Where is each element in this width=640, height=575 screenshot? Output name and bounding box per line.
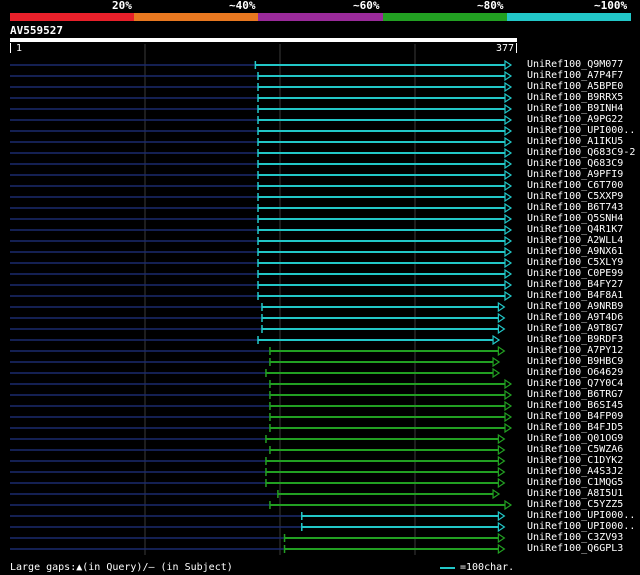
hit-arrow-head [504,70,513,82]
hit-label[interactable]: UniRef100_Q01OG9 [527,433,623,444]
hit-label[interactable]: UniRef100_B9INH4 [527,103,623,114]
hit-label[interactable]: UniRef100_Q6GPL3 [527,543,623,554]
hit-arrow-head [504,213,513,225]
hit-arrow-head [497,510,506,522]
hit-label[interactable]: UniRef100_C5XXP9 [527,191,623,202]
hit-label[interactable]: UniRef100_Q683C9 [527,158,623,169]
hit-label[interactable]: UniRef100_A7PY12 [527,345,623,356]
hit-label[interactable]: UniRef100_UPI000.. [527,510,635,521]
hit-label[interactable]: UniRef100_B6TRG7 [527,389,623,400]
hit-arrow-head [504,224,513,236]
hit-label[interactable]: UniRef100_B9HBC9 [527,356,623,367]
hit-label[interactable]: UniRef100_B9RDF3 [527,334,623,345]
hit-label[interactable]: UniRef100_C5WZA6 [527,444,623,455]
hit-arrow-head [504,499,513,511]
hit-label[interactable]: UniRef100_A2WLL4 [527,235,623,246]
hit-arrow-head [492,334,501,346]
hit-label[interactable]: UniRef100_C1DYK2 [527,455,623,466]
hit-label[interactable]: UniRef100_A8I5U1 [527,488,623,499]
hit-arrow-head [504,202,513,214]
hit-label[interactable]: UniRef100_A5BPE0 [527,81,623,92]
hit-label[interactable]: UniRef100_A9PFI9 [527,169,623,180]
hit-label[interactable]: UniRef100_A9T4D6 [527,312,623,323]
hit-arrow-head [504,136,513,148]
hit-label[interactable]: UniRef100_B4FY27 [527,279,623,290]
hit-label[interactable]: UniRef100_A9T8G7 [527,323,623,334]
hit-arrow-head [504,81,513,93]
hit-label[interactable]: UniRef100_B6SI45 [527,400,623,411]
hit-label[interactable]: UniRef100_C5YZZ5 [527,499,623,510]
hit-arrow-head [497,323,506,335]
hit-label[interactable]: UniRef100_A9NX61 [527,246,623,257]
hit-arrow-head [504,378,513,390]
hit-arrow-head [504,235,513,247]
hit-arrow-head [504,92,513,104]
hit-arrow-head [492,367,501,379]
hit-arrow-head [504,246,513,258]
scale-legend-text: =100char. [460,562,515,573]
hit-arrow-head [497,444,506,456]
hit-label[interactable]: UniRef100_C3ZV93 [527,532,623,543]
hit-label[interactable]: UniRef100_A9PG22 [527,114,623,125]
hit-arrow-head [504,191,513,203]
hit-arrow-head [492,356,501,368]
hit-arrow-head [497,455,506,467]
hit-arrow-head [504,169,513,181]
hit-arrow-head [504,59,513,71]
hit-label[interactable]: UniRef100_A7P4F7 [527,70,623,81]
hit-label[interactable]: UniRef100_B6T743 [527,202,623,213]
hit-arrow-head [504,147,513,159]
hit-label[interactable]: UniRef100_Q683C9-2 [527,147,635,158]
hit-label[interactable]: UniRef100_A1IKU5 [527,136,623,147]
hit-arrow-head [497,345,506,357]
hit-arrow-head [504,158,513,170]
hit-arrow-head [492,488,501,500]
hit-arrow-head [504,400,513,412]
hit-arrow-head [504,125,513,137]
hit-arrow-head [497,532,506,544]
hit-label[interactable]: UniRef100_C6T700 [527,180,623,191]
hit-label[interactable]: UniRef100_C1MQG5 [527,477,623,488]
gap-legend: Large gaps:▲(in Query)/– (in Subject) [10,562,233,573]
hit-arrow-head [504,103,513,115]
hit-label[interactable]: UniRef100_UPI000.. [527,125,635,136]
hit-arrow-head [497,521,506,533]
hit-arrow-head [504,290,513,302]
hit-arrow-head [504,257,513,269]
hit-label[interactable]: UniRef100_UPI000.. [527,521,635,532]
hit-label[interactable]: UniRef100_C5XLY9 [527,257,623,268]
hit-arrow-head [497,312,506,324]
hit-label[interactable]: UniRef100_Q4R1K7 [527,224,623,235]
hit-label[interactable]: UniRef100_Q7Y0C4 [527,378,623,389]
hit-label[interactable]: UniRef100_B9RRX5 [527,92,623,103]
hit-arrow-head [504,180,513,192]
hit-arrow-head [504,422,513,434]
hit-arrow-head [504,268,513,280]
hit-arrow-head [504,279,513,291]
hit-arrow-head [504,411,513,423]
hit-label[interactable]: UniRef100_B4FJD5 [527,422,623,433]
hit-arrow-head [497,477,506,489]
hit-label[interactable]: UniRef100_B4FP09 [527,411,623,422]
hit-arrow-head [497,466,506,478]
hit-label[interactable]: UniRef100_A9NRB9 [527,301,623,312]
hit-label[interactable]: UniRef100_O64629 [527,367,623,378]
hit-label[interactable]: UniRef100_Q5SNH4 [527,213,623,224]
hit-arrow-head [497,301,506,313]
hit-label[interactable]: UniRef100_B4F8A1 [527,290,623,301]
hit-label[interactable]: UniRef100_C0PE99 [527,268,623,279]
hit-arrow-head [497,543,506,555]
scale-legend-line [440,567,455,569]
hit-label[interactable]: UniRef100_A4S3J2 [527,466,623,477]
hit-arrow-head [504,114,513,126]
hit-arrow-head [504,389,513,401]
hit-label[interactable]: UniRef100_Q9M077 [527,59,623,70]
hit-arrow-head [497,433,506,445]
